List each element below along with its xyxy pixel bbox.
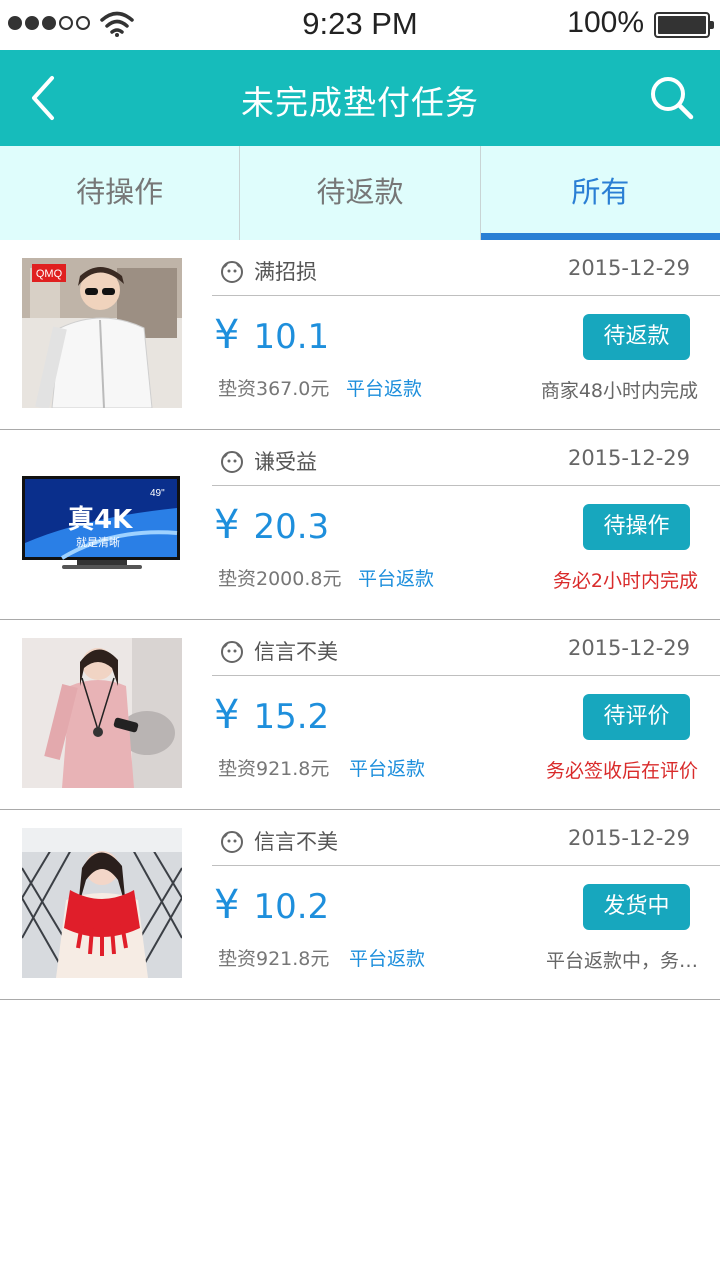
price-value: 15.2	[253, 697, 330, 737]
product-image	[22, 828, 182, 978]
advance-amount: 垫资367.0元	[218, 378, 330, 400]
shop-face-icon	[221, 831, 243, 853]
product-image: 真4K 就是清晰 49"	[22, 448, 182, 598]
tv-subtext: 就是清晰	[76, 535, 120, 549]
list-item[interactable]: 真4K 就是清晰 49" 谦受益 2015-12-29 ¥20.3 垫资2000…	[0, 430, 720, 620]
shop-face-icon	[221, 261, 243, 283]
status-button[interactable]: 发货中	[583, 884, 690, 930]
refund-type: 平台返款	[349, 948, 426, 970]
tab-pending-operation[interactable]: 待操作	[0, 146, 239, 240]
price-value: 20.3	[253, 507, 330, 547]
price-value: 10.1	[253, 317, 330, 357]
order-note: 平台返款中，务…	[545, 950, 698, 972]
shop-row: 信言不美 2015-12-29	[212, 818, 720, 866]
status-button[interactable]: 待评价	[583, 694, 690, 740]
list-item[interactable]: 信言不美 2015-12-29 ¥15.2 垫资921.8元 平台返款 待评价 …	[0, 620, 720, 810]
shop-row: 信言不美 2015-12-29	[212, 628, 720, 676]
battery-percent: 100%	[567, 6, 644, 39]
price-value: 10.2	[253, 887, 330, 927]
tv-headline: 真4K	[68, 505, 133, 535]
shop-row: 满招损 2015-12-29	[212, 248, 720, 296]
shop-name: 满招损	[254, 260, 317, 284]
order-list: QMQ 满招损 2015-12-29 ¥10.1 垫资367.0元 平台返款 待…	[0, 240, 720, 1000]
currency-symbol: ¥	[214, 502, 240, 548]
shop-row: 谦受益 2015-12-29	[212, 438, 720, 486]
order-price: ¥10.2	[214, 882, 329, 928]
advance-amount: 垫资921.8元	[218, 948, 330, 970]
currency-symbol: ¥	[214, 312, 240, 358]
shop-name: 谦受益	[254, 450, 317, 474]
order-price: ¥15.2	[214, 692, 329, 738]
product-image: QMQ	[22, 258, 182, 408]
page-title: 未完成垫付任务	[241, 83, 479, 122]
shop-face-icon	[221, 641, 243, 663]
shop-name: 信言不美	[254, 640, 338, 664]
refund-type: 平台返款	[358, 568, 435, 590]
refund-type: 平台返款	[346, 378, 423, 400]
tab-pending-refund[interactable]: 待返款	[239, 146, 479, 240]
tab-bar: 待操作 待返款 所有	[0, 146, 720, 240]
shop-face-icon	[221, 451, 243, 473]
order-date: 2015-12-29	[567, 256, 690, 280]
order-note: 务必2小时内完成	[552, 570, 698, 592]
status-bar: 9:23 PM 100%	[0, 0, 720, 50]
order-price: ¥20.3	[214, 502, 329, 548]
product-image	[22, 638, 182, 788]
list-item[interactable]: QMQ 满招损 2015-12-29 ¥10.1 垫资367.0元 平台返款 待…	[0, 240, 720, 430]
status-button[interactable]: 待返款	[583, 314, 690, 360]
order-price: ¥10.1	[214, 312, 329, 358]
tab-all[interactable]: 所有	[479, 146, 720, 240]
nav-bar: 未完成垫付任务	[0, 50, 720, 146]
order-date: 2015-12-29	[567, 446, 690, 470]
tab-all-label: 所有	[571, 175, 630, 209]
tv-size: 49"	[150, 488, 165, 499]
advance-amount: 垫资921.8元	[218, 758, 330, 780]
battery-icon	[654, 12, 714, 38]
refund-type: 平台返款	[349, 758, 426, 780]
order-note: 商家48小时内完成	[540, 380, 698, 402]
status-button[interactable]: 待操作	[583, 504, 690, 550]
order-note: 务必签收后在评价	[545, 760, 698, 782]
brand-logo-text: QMQ	[36, 268, 63, 280]
advance-amount: 垫资2000.8元	[218, 568, 342, 590]
currency-symbol: ¥	[214, 882, 240, 928]
shop-name: 信言不美	[254, 830, 338, 854]
active-tab-indicator	[480, 233, 720, 240]
search-icon[interactable]	[648, 74, 696, 122]
order-date: 2015-12-29	[567, 636, 690, 660]
currency-symbol: ¥	[214, 692, 240, 738]
list-item[interactable]: 信言不美 2015-12-29 ¥10.2 垫资921.8元 平台返款 发货中 …	[0, 810, 720, 1000]
order-date: 2015-12-29	[567, 826, 690, 850]
